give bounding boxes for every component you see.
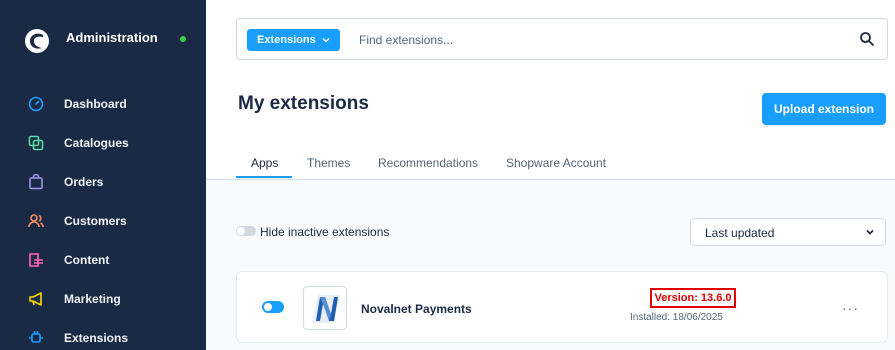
nav-item-orders[interactable]: Orders bbox=[0, 167, 206, 197]
chevron-down-icon bbox=[322, 37, 330, 43]
dashboard-gauge-icon bbox=[27, 95, 45, 113]
megaphone-icon bbox=[27, 290, 45, 308]
nav-label-dashboard: Dashboard bbox=[64, 97, 127, 111]
extension-version-highlight: Version: 13.6.0 bbox=[650, 288, 736, 308]
admin-title: Administration bbox=[66, 30, 158, 45]
hide-inactive-toggle[interactable] bbox=[236, 226, 256, 236]
sort-select[interactable]: Last updated bbox=[690, 218, 886, 246]
hide-inactive-label: Hide inactive extensions bbox=[260, 225, 390, 239]
content-icon bbox=[27, 251, 45, 269]
tab-recommendations[interactable]: Recommendations bbox=[378, 156, 478, 170]
upload-extension-button[interactable]: Upload extension bbox=[762, 93, 886, 125]
extension-active-toggle[interactable] bbox=[262, 301, 284, 313]
nav-label-customers: Customers bbox=[64, 214, 127, 228]
bag-icon bbox=[27, 173, 45, 191]
sidebar-header: Administration bbox=[0, 0, 206, 78]
nav-item-marketing[interactable]: Marketing bbox=[0, 284, 206, 314]
nav-item-content[interactable]: Content bbox=[0, 245, 206, 275]
sort-value: Last updated bbox=[705, 226, 775, 240]
active-tab-indicator bbox=[236, 176, 292, 178]
search-scope-label: Extensions bbox=[257, 34, 316, 46]
nav-label-extensions: Extensions bbox=[64, 331, 129, 345]
chevron-down-icon bbox=[866, 229, 874, 235]
nav-item-dashboard[interactable]: Dashboard bbox=[0, 89, 206, 119]
extension-card: Novalnet Payments Version: 13.6.0 Instal… bbox=[236, 271, 888, 343]
nav-item-catalogues[interactable]: Catalogues bbox=[0, 128, 206, 158]
customers-icon bbox=[27, 212, 45, 230]
more-options-icon[interactable]: ··· bbox=[842, 300, 859, 316]
nav-item-customers[interactable]: Customers bbox=[0, 206, 206, 236]
shopware-logo-icon[interactable] bbox=[24, 28, 50, 54]
search-scope-button[interactable]: Extensions bbox=[247, 29, 340, 51]
novalnet-logo-icon bbox=[303, 286, 347, 330]
tab-themes[interactable]: Themes bbox=[307, 156, 350, 170]
global-search-bar: Extensions bbox=[236, 18, 888, 60]
extension-plug-icon bbox=[27, 329, 45, 347]
nav-label-orders: Orders bbox=[64, 175, 104, 189]
search-input[interactable] bbox=[359, 31, 839, 49]
nav-item-extensions[interactable]: Extensions bbox=[0, 323, 206, 350]
extension-version: Version: 13.6.0 bbox=[654, 292, 732, 304]
nav-label-catalogues: Catalogues bbox=[64, 136, 129, 150]
sidebar: Administration Dashboard Catalogues Orde… bbox=[0, 0, 206, 350]
main-content: Extensions My extensions Upload extensio… bbox=[206, 0, 895, 350]
tab-apps[interactable]: Apps bbox=[251, 156, 278, 170]
nav-label-content: Content bbox=[64, 253, 110, 267]
nav-label-marketing: Marketing bbox=[64, 292, 121, 306]
catalogue-icon bbox=[27, 134, 45, 152]
online-status-dot bbox=[180, 36, 186, 42]
tab-shopware-account[interactable]: Shopware Account bbox=[506, 156, 606, 170]
extension-tabs: Apps Themes Recommendations Shopware Acc… bbox=[206, 150, 895, 180]
page-title: My extensions bbox=[238, 93, 369, 114]
extension-installed-date: Installed: 18/06/2025 bbox=[630, 312, 723, 323]
extension-name[interactable]: Novalnet Payments bbox=[361, 302, 472, 316]
search-icon[interactable] bbox=[859, 31, 875, 47]
